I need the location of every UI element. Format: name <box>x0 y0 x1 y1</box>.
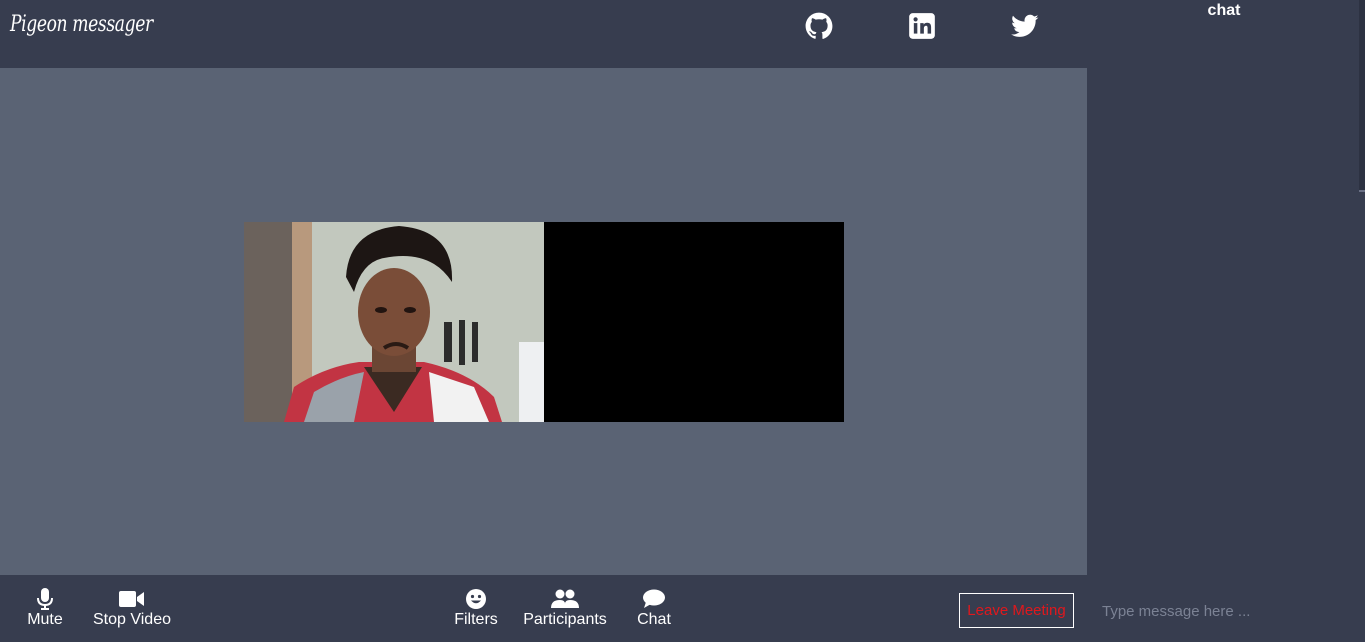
mute-button[interactable]: Mute <box>20 586 70 629</box>
linkedin-link[interactable] <box>908 12 936 40</box>
linkedin-icon <box>909 13 935 39</box>
twitter-link[interactable] <box>1011 12 1039 40</box>
chat-button[interactable]: Chat <box>632 586 676 629</box>
github-link[interactable] <box>805 12 833 40</box>
chat-panel: chat <box>1087 0 1365 642</box>
chat-panel-title: chat <box>1207 2 1241 19</box>
filters-label: Filters <box>454 611 498 628</box>
chat-scrollbar[interactable] <box>1359 0 1365 190</box>
smiley-icon <box>466 589 486 609</box>
video-stage <box>0 68 1087 575</box>
video-camera-icon <box>119 591 144 607</box>
leave-meeting-button[interactable]: Leave Meeting <box>959 593 1074 628</box>
remote-video <box>544 222 844 422</box>
brand-logo-text: Pigeon messager <box>10 12 153 37</box>
local-video <box>244 222 544 422</box>
camera-feed-image <box>244 222 544 422</box>
microphone-icon <box>37 588 53 610</box>
twitter-icon <box>1011 14 1039 37</box>
mute-label: Mute <box>27 611 63 628</box>
top-header: Pigeon messager <box>0 0 1087 68</box>
video-grid <box>244 222 844 422</box>
stop-video-label: Stop Video <box>93 611 171 628</box>
filters-button[interactable]: Filters <box>452 586 500 629</box>
chat-message-input[interactable] <box>1096 597 1358 625</box>
participants-button[interactable]: Participants <box>521 586 609 629</box>
chat-scrollbar-thumb[interactable] <box>1359 190 1365 192</box>
meeting-toolbar: Mute Stop Video Filters Participants Cha… <box>0 575 1087 642</box>
chat-label: Chat <box>637 611 671 628</box>
participants-label: Participants <box>523 611 607 628</box>
stop-video-button[interactable]: Stop Video <box>90 586 174 629</box>
chat-bubble-icon <box>643 589 665 608</box>
users-icon <box>551 589 579 608</box>
github-icon <box>805 12 833 39</box>
